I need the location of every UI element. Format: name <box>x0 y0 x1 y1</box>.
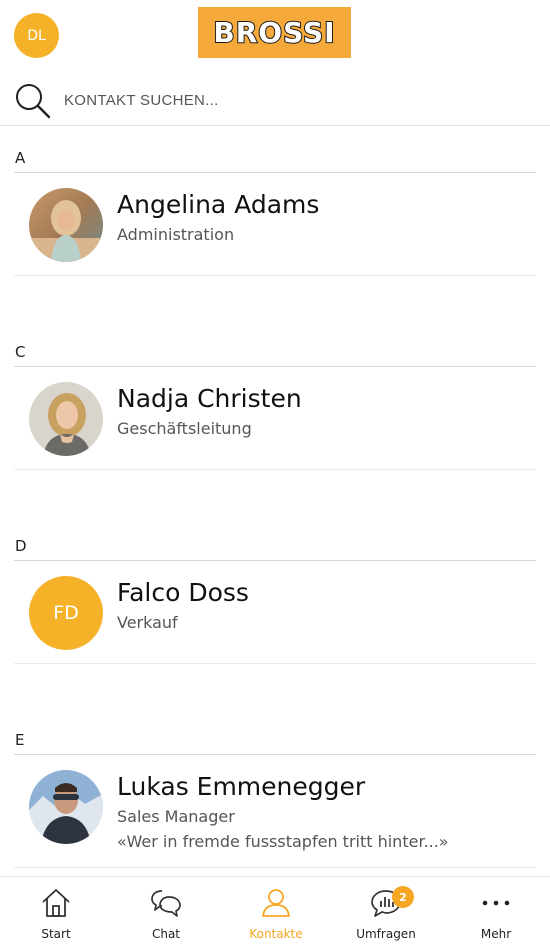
user-initials: DL <box>27 27 46 44</box>
contact-row-falco-doss[interactable]: FD Falco Doss Verkauf <box>0 562 550 662</box>
row-divider <box>14 867 536 868</box>
section-divider <box>14 754 536 755</box>
tab-label: Chat <box>151 927 181 941</box>
row-divider <box>14 275 536 276</box>
tab-kontakte[interactable]: Kontakte <box>221 877 331 951</box>
bottom-tab-bar: Start Chat Kontakte 2 Umfragen Mehr <box>0 876 550 951</box>
contact-row-angelina-adams[interactable]: Angelina Adams Administration <box>0 174 550 274</box>
search-input[interactable] <box>62 84 526 116</box>
search-icon[interactable] <box>14 82 52 120</box>
user-avatar[interactable]: DL <box>14 13 59 58</box>
tab-chat[interactable]: Chat <box>111 877 221 951</box>
section-letter-c: C <box>15 343 26 361</box>
section-letter-d: D <box>15 537 27 555</box>
tab-label: Mehr <box>480 927 512 941</box>
row-divider <box>14 469 536 470</box>
contact-name: Nadja Christen <box>117 384 302 413</box>
contact-role: Sales Manager <box>117 807 235 826</box>
contact-name: Falco Doss <box>117 578 249 607</box>
notification-badge: 2 <box>392 886 414 908</box>
tab-mehr[interactable]: Mehr <box>441 877 550 951</box>
home-icon <box>42 889 70 917</box>
contact-initials-avatar: FD <box>29 576 103 650</box>
contact-row-nadja-christen[interactable]: Nadja Christen Geschäftsleitung <box>0 368 550 468</box>
row-divider <box>14 663 536 664</box>
section-letter-a: A <box>15 149 26 167</box>
contact-role: Verkauf <box>117 613 178 632</box>
search-bar <box>0 72 550 126</box>
chat-icon <box>151 890 181 917</box>
tab-label: Umfragen <box>356 927 416 941</box>
section-divider <box>14 560 536 561</box>
tab-label: Start <box>41 927 71 941</box>
contact-name: Angelina Adams <box>117 190 320 219</box>
more-icon <box>482 900 510 906</box>
contact-role: Administration <box>117 225 235 244</box>
contact-row-lukas-emmenegger[interactable]: Lukas Emmenegger Sales Manager «Wer in f… <box>0 756 550 856</box>
tab-label: Kontakte <box>249 927 303 941</box>
app-header: DL BROSSI <box>0 0 550 70</box>
section-letter-e: E <box>15 731 25 749</box>
contact-photo <box>29 382 103 456</box>
contact-name: Lukas Emmenegger <box>117 772 366 801</box>
tab-start[interactable]: Start <box>1 877 111 951</box>
tab-umfragen[interactable]: 2 Umfragen <box>331 877 441 951</box>
person-icon <box>262 889 290 917</box>
section-divider <box>14 366 536 367</box>
contact-status-quote: «Wer in fremde fussstapfen tritt hinter.… <box>117 832 449 851</box>
contact-photo <box>29 770 103 844</box>
contact-photo <box>29 188 103 262</box>
brand-logo: BROSSI <box>198 7 351 58</box>
section-divider <box>14 172 536 173</box>
contact-initials: FD <box>53 602 79 624</box>
contact-role: Geschäftsleitung <box>117 419 252 438</box>
logo-text: BROSSI <box>212 15 336 50</box>
